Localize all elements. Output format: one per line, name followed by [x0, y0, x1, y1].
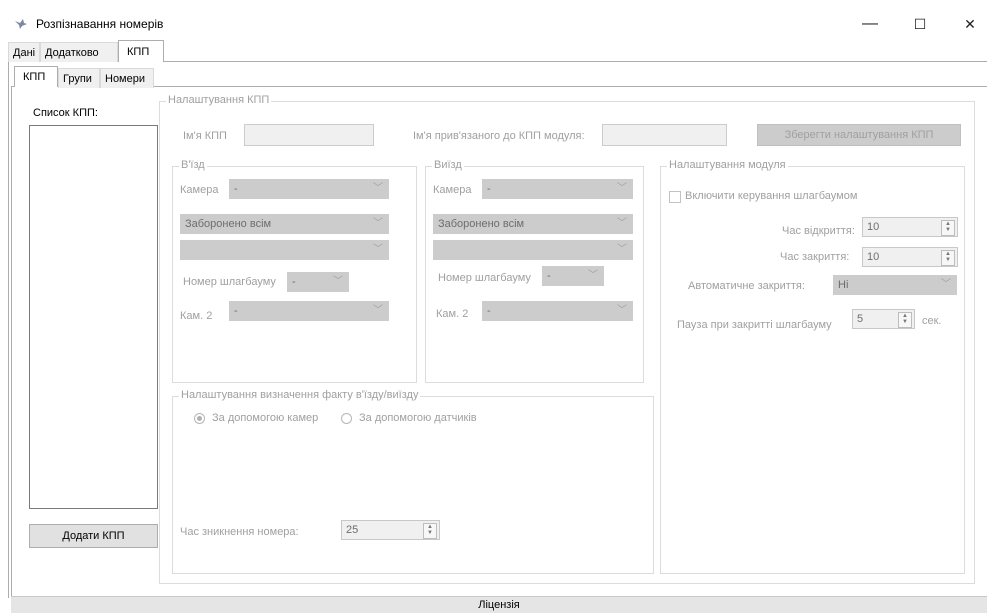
chevron-down-icon: ﹀ — [333, 276, 343, 287]
add-checkpoint-button[interactable]: Додати КПП — [29, 524, 158, 548]
save-settings-button[interactable]: Зберегти налаштування КПП — [757, 124, 961, 146]
exit-barrier-value: - — [547, 270, 551, 282]
detect-by-cameras-radio[interactable] — [194, 413, 205, 424]
detect-by-sensors-label: За допомогою датчиків — [359, 412, 477, 424]
exit-extra-select[interactable]: ﹀ — [433, 240, 633, 260]
exit-barrier-select[interactable]: - ﹀ — [542, 266, 604, 286]
close-button[interactable]: ✕ — [947, 10, 987, 38]
exit-barrier-label: Номер шлагбауму — [438, 272, 531, 284]
exit-cam2-select[interactable]: - ﹀ — [482, 301, 633, 321]
barrier-control-checkbox[interactable] — [669, 191, 681, 203]
maximize-button[interactable]: ☐ — [897, 10, 943, 38]
checkpoint-name-input[interactable] — [244, 124, 374, 146]
pause-value: 5 — [857, 313, 864, 325]
checkpoint-settings-title: Налаштування КПП — [166, 94, 272, 106]
detect-by-sensors-radio[interactable] — [341, 413, 352, 424]
entry-extra-select[interactable]: ﹀ — [180, 240, 389, 260]
exit-access-value: Заборонено всім — [438, 218, 525, 230]
chevron-down-icon: ﹀ — [617, 183, 627, 194]
tab-additional[interactable]: Додатково — [40, 42, 118, 62]
pause-spinner[interactable]: 5 ▲ ▼ — [852, 309, 915, 329]
checkpoint-list[interactable] — [29, 125, 158, 509]
chevron-down-icon: ﹀ — [588, 270, 598, 281]
close-time-value: 10 — [867, 251, 880, 263]
chevron-down-icon: ﹀ — [373, 183, 383, 194]
tab-groups[interactable]: Групи — [58, 68, 100, 88]
spinner-arrows-icon[interactable]: ▲ ▼ — [941, 250, 955, 266]
close-time-label: Час закриття: — [780, 251, 850, 263]
timeout-label: Час зникнення номера: — [180, 526, 299, 538]
exit-cam2-label: Кам. 2 — [436, 308, 469, 320]
module-name-input[interactable] — [602, 124, 727, 146]
minimize-button[interactable]: — — [847, 10, 893, 38]
entry-barrier-select[interactable]: - ﹀ — [287, 272, 349, 292]
detection-group-title: Налаштування визначення факту в'їзду/виї… — [179, 389, 421, 401]
entry-barrier-value: - — [292, 276, 296, 288]
window-title: Розпізнавання номерів — [36, 17, 164, 31]
chevron-down-icon: ﹀ — [617, 244, 627, 255]
exit-access-select[interactable]: Заборонено всім ﹀ — [433, 214, 633, 234]
open-time-label: Час відкриття: — [782, 225, 855, 237]
auto-close-label: Автоматичне закриття: — [688, 280, 805, 292]
entry-camera-value: - — [234, 183, 238, 195]
spinner-arrows-icon[interactable]: ▲ ▼ — [941, 220, 955, 236]
chevron-down-icon: ﹀ — [617, 305, 627, 316]
tab-data[interactable]: Дані — [8, 42, 40, 62]
exit-group-title: Виїзд — [432, 159, 464, 171]
tab-numbers[interactable]: Номери — [100, 68, 154, 88]
entry-camera-label: Камера — [180, 184, 219, 196]
entry-cam2-value: - — [234, 305, 238, 317]
entry-barrier-label: Номер шлагбауму — [183, 276, 276, 288]
pause-label: Пауза при закритті шлагбауму — [677, 319, 832, 331]
chevron-down-icon: ﹀ — [373, 305, 383, 316]
module-name-label: Ім'я прив'язаного до КПП модуля: — [413, 130, 585, 142]
exit-cam2-value: - — [487, 305, 491, 317]
bird-icon — [15, 19, 27, 29]
timeout-value: 25 — [346, 524, 359, 536]
chevron-down-icon: ﹀ — [941, 279, 951, 290]
chevron-down-icon: ﹀ — [373, 218, 383, 229]
exit-camera-value: - — [487, 183, 491, 195]
auto-close-select[interactable]: Ні ﹀ — [833, 275, 957, 295]
tab-checkpoints[interactable]: КПП — [118, 40, 164, 62]
module-settings-title: Налаштування модуля — [667, 159, 788, 171]
entry-access-select[interactable]: Заборонено всім ﹀ — [180, 214, 389, 234]
timeout-spinner[interactable]: 25 ▲ ▼ — [341, 520, 440, 540]
exit-camera-select[interactable]: - ﹀ — [482, 179, 633, 199]
close-time-spinner[interactable]: 10 ▲ ▼ — [862, 247, 958, 267]
license-button[interactable]: Ліцензія — [11, 596, 987, 613]
exit-camera-label: Камера — [433, 184, 472, 196]
detect-by-cameras-label: За допомогою камер — [212, 412, 319, 424]
checkpoint-list-label: Список КПП: — [33, 107, 98, 119]
barrier-control-label: Включити керування шлагбаумом — [685, 190, 858, 202]
entry-cam2-label: Кам. 2 — [180, 310, 213, 322]
entry-access-value: Заборонено всім — [185, 218, 272, 230]
checkpoint-name-label: Ім'я КПП — [183, 130, 227, 142]
entry-camera-select[interactable]: - ﹀ — [229, 179, 389, 199]
open-time-value: 10 — [867, 221, 880, 233]
open-time-spinner[interactable]: 10 ▲ ▼ — [862, 217, 958, 237]
chevron-down-icon: ﹀ — [617, 218, 627, 229]
entry-group-title: В'їзд — [179, 159, 207, 171]
chevron-down-icon: ﹀ — [373, 244, 383, 255]
pause-unit-label: сек. — [922, 315, 942, 327]
spinner-arrows-icon[interactable]: ▲ ▼ — [423, 523, 437, 539]
spinner-arrows-icon[interactable]: ▲ ▼ — [898, 312, 912, 328]
entry-cam2-select[interactable]: - ﹀ — [229, 301, 389, 321]
tab-inner-checkpoints[interactable]: КПП — [14, 66, 58, 87]
auto-close-value: Ні — [838, 279, 849, 291]
